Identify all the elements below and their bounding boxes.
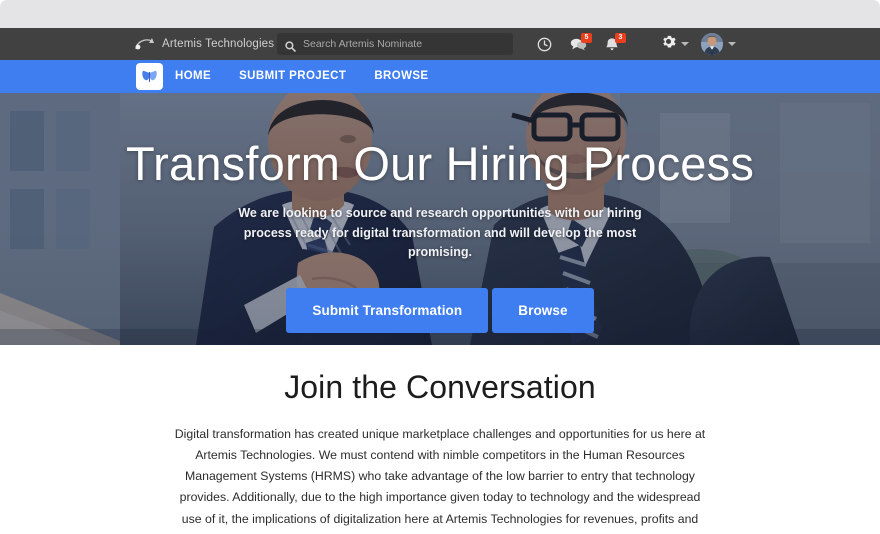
notification-badge: 3 xyxy=(615,33,626,43)
hero-banner: Transform Our Hiring Process We are look… xyxy=(0,93,880,345)
chat-bubble-icon[interactable]: 5 xyxy=(561,28,595,60)
clock-icon[interactable] xyxy=(527,28,561,60)
chat-badge: 5 xyxy=(581,33,592,43)
page-root: Artemis Technologies Search Artemis Nomi… xyxy=(0,0,880,534)
nav-link-submit-project[interactable]: SUBMIT PROJECT xyxy=(225,60,360,93)
chevron-down-icon xyxy=(728,42,736,46)
account-menu[interactable] xyxy=(697,28,740,60)
swoosh-logo-icon xyxy=(133,36,155,52)
conversation-section: Join the Conversation Digital transforma… xyxy=(0,345,880,534)
main-navigation: HOME SUBMIT PROJECT BROWSE xyxy=(0,60,880,93)
hero-subtitle: We are looking to source and research op… xyxy=(238,206,642,260)
section-body-text: Digital transformation has created uniqu… xyxy=(173,427,706,534)
search-icon xyxy=(285,39,296,52)
settings-menu[interactable] xyxy=(657,28,693,60)
chevron-down-icon xyxy=(681,42,689,46)
search-input[interactable] xyxy=(303,38,505,50)
nav-link-home[interactable]: HOME xyxy=(175,60,225,93)
gear-icon xyxy=(661,34,676,54)
browser-chrome-strip xyxy=(0,0,880,28)
browse-button[interactable]: Browse xyxy=(492,288,594,334)
hero-button-group: Submit Transformation Browse xyxy=(286,288,594,334)
notification-bell-icon[interactable]: 3 xyxy=(595,28,629,60)
header-right-group xyxy=(657,28,740,60)
hero-title: Transform Our Hiring Process xyxy=(125,137,755,190)
butterfly-logo-icon[interactable] xyxy=(136,63,163,90)
brand-name: Artemis Technologies xyxy=(162,38,275,50)
brand[interactable]: Artemis Technologies xyxy=(133,28,274,60)
section-title: Join the Conversation xyxy=(284,369,596,405)
avatar xyxy=(701,33,723,55)
header-icon-group: 5 3 xyxy=(527,28,629,60)
utility-header: Artemis Technologies Search Artemis Nomi… xyxy=(0,28,880,60)
submit-transformation-button[interactable]: Submit Transformation xyxy=(286,288,489,334)
nav-link-browse[interactable]: BROWSE xyxy=(360,60,442,93)
nav-links: HOME SUBMIT PROJECT BROWSE xyxy=(175,60,442,93)
hero-content: Transform Our Hiring Process We are look… xyxy=(0,93,880,345)
search-bar[interactable] xyxy=(277,33,513,55)
